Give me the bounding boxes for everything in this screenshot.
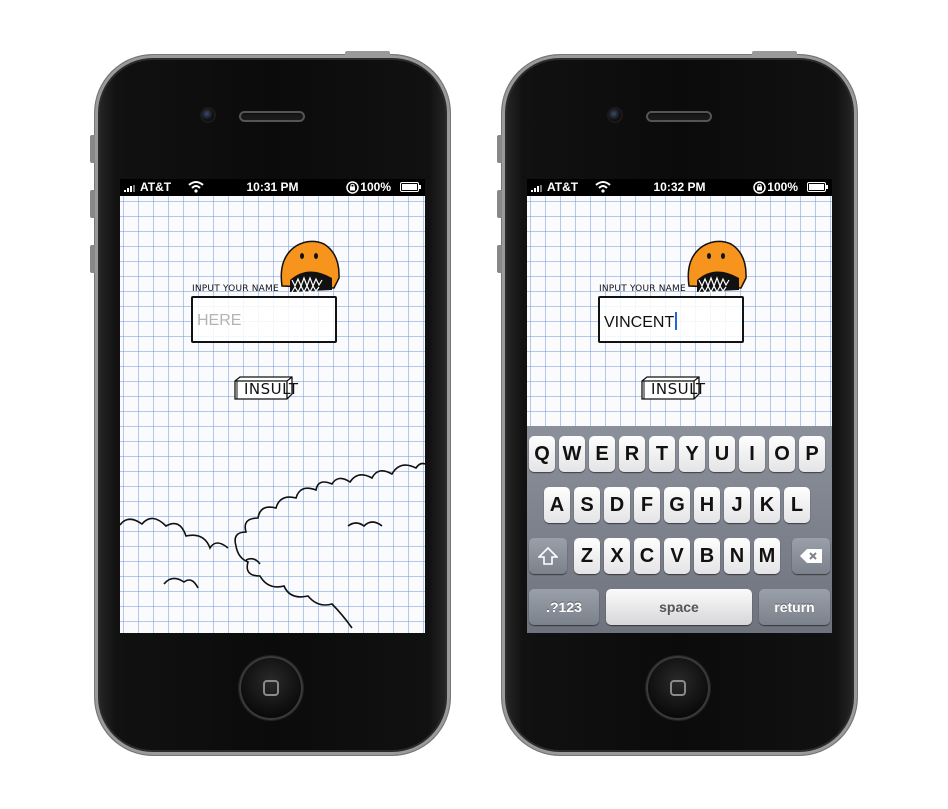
key-z[interactable]: Z [574, 538, 600, 574]
battery-percent: 100% [360, 180, 391, 194]
key-t[interactable]: T [649, 436, 675, 472]
name-label: INPUT YOUR NAME [599, 284, 686, 294]
space-key[interactable]: space [606, 589, 752, 625]
status-bar: AT&T 10:31 PM 100% [120, 179, 425, 196]
name-value-wrap: VINCENT [604, 312, 678, 332]
key-i[interactable]: I [739, 436, 765, 472]
home-square-icon [263, 680, 279, 696]
key-x[interactable]: X [604, 538, 630, 574]
volume-up-button [90, 190, 95, 218]
volume-down-button [90, 245, 95, 273]
clouds-drawing [120, 462, 425, 629]
battery-icon [807, 182, 828, 192]
key-f[interactable]: F [634, 487, 660, 523]
backspace-icon [800, 549, 822, 563]
iphone-left: AT&T 10:31 PM 100% INPUT YOUR NAME HERE … [90, 51, 450, 755]
key-d[interactable]: D [604, 487, 630, 523]
earpiece-speaker [646, 111, 712, 122]
numbers-key[interactable]: .?123 [529, 589, 599, 625]
key-r[interactable]: R [619, 436, 645, 472]
home-button[interactable] [646, 656, 710, 720]
key-v[interactable]: V [664, 538, 690, 574]
screen: AT&T 10:32 PM 100% I N P UT YOUR NAME VINCE… [527, 179, 832, 633]
delete-key[interactable] [792, 538, 830, 574]
volume-up-button [497, 190, 502, 218]
key-s[interactable]: S [574, 487, 600, 523]
power-button [752, 51, 797, 55]
key-y[interactable]: Y [679, 436, 705, 472]
name-input[interactable]: VINCENT [598, 296, 744, 343]
battery-percent: 100% [767, 180, 798, 194]
rotation-lock-icon [753, 181, 766, 194]
key-n[interactable]: N [724, 538, 750, 574]
mute-switch [90, 135, 95, 163]
key-p[interactable]: P [799, 436, 825, 472]
key-e[interactable]: E [589, 436, 615, 472]
front-camera [202, 109, 214, 121]
screen: AT&T 10:31 PM 100% INPUT YOUR NAME HERE … [120, 179, 425, 633]
iphone-right: AT&T 10:32 PM 100% I N P UT YOUR NAME VINCE… [497, 51, 857, 755]
key-a[interactable]: A [544, 487, 570, 523]
keyboard: Q W E R T Y U I O P A S D F G H J K L Z … [527, 426, 832, 633]
key-m[interactable]: M [754, 538, 780, 574]
key-h[interactable]: H [694, 487, 720, 523]
battery-icon [400, 182, 421, 192]
text-caret [675, 312, 678, 330]
insult-button-label: INSULT [651, 380, 706, 398]
mute-switch [497, 135, 502, 163]
power-button [345, 51, 390, 55]
status-bar: AT&T 10:32 PM 100% [527, 179, 832, 196]
key-u[interactable]: U [709, 436, 735, 472]
name-value: VINCENT [604, 314, 675, 331]
key-w[interactable]: W [559, 436, 585, 472]
rotation-lock-icon [346, 181, 359, 194]
app-canvas: INPUT YOUR NAME VINCENT INSULT Q W E R T… [527, 196, 832, 633]
monster-icon [687, 240, 747, 294]
key-g[interactable]: G [664, 487, 690, 523]
volume-down-button [497, 245, 502, 273]
home-button[interactable] [239, 656, 303, 720]
key-c[interactable]: C [634, 538, 660, 574]
return-key[interactable]: return [759, 589, 830, 625]
key-k[interactable]: K [754, 487, 780, 523]
key-j[interactable]: J [724, 487, 750, 523]
app-canvas: INPUT YOUR NAME HERE INSULT [120, 196, 425, 633]
key-q[interactable]: Q [529, 436, 555, 472]
insult-button[interactable]: INSULT [639, 376, 705, 400]
home-square-icon [670, 680, 686, 696]
shift-icon [537, 546, 559, 565]
earpiece-speaker [239, 111, 305, 122]
key-o[interactable]: O [769, 436, 795, 472]
shift-key[interactable] [529, 538, 567, 574]
key-b[interactable]: B [694, 538, 720, 574]
front-camera [609, 109, 621, 121]
key-l[interactable]: L [784, 487, 810, 523]
